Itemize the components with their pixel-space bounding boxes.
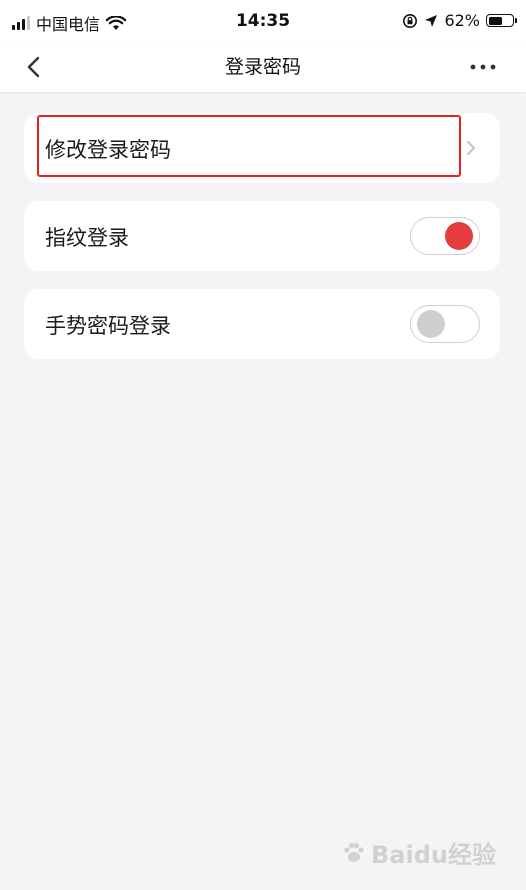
watermark-text: Baidu经验 xyxy=(371,841,496,869)
baidu-watermark: Baidu经验 xyxy=(341,835,496,870)
battery-level xyxy=(488,16,503,25)
battery-percent: 62% xyxy=(444,11,480,30)
location-arrow-icon xyxy=(425,14,438,27)
rotation-lock-icon xyxy=(403,13,418,28)
page-title: 登录密码 xyxy=(224,56,301,78)
status-bar: 中国电信 14:35 62% xyxy=(0,0,526,44)
more-dots-icon xyxy=(470,64,496,70)
toggle-knob xyxy=(417,310,445,338)
change-login-password-item[interactable]: 修改登录密码 xyxy=(24,113,500,183)
gesture-password-login-label: 手势密码登录 xyxy=(45,314,171,338)
toggle-knob xyxy=(445,222,473,250)
nav-bar: 登录密码 xyxy=(0,44,526,92)
status-right: 62% xyxy=(402,11,517,30)
change-login-password-label: 修改登录密码 xyxy=(45,138,171,162)
fingerprint-login-label: 指纹登录 xyxy=(45,226,129,250)
gesture-password-login-item: 手势密码登录 xyxy=(24,289,500,359)
paw-icon xyxy=(344,842,364,862)
fingerprint-login-toggle[interactable] xyxy=(410,217,480,255)
more-button[interactable] xyxy=(468,52,498,82)
chevron-right-icon xyxy=(467,141,475,155)
screen: 中国电信 14:35 62% 登录密码 修改登录密码 指纹登录 手势密码登录 B… xyxy=(0,0,526,890)
fingerprint-login-item: 指纹登录 xyxy=(24,201,500,271)
gesture-password-login-toggle[interactable] xyxy=(410,305,480,343)
battery-icon xyxy=(486,14,517,27)
